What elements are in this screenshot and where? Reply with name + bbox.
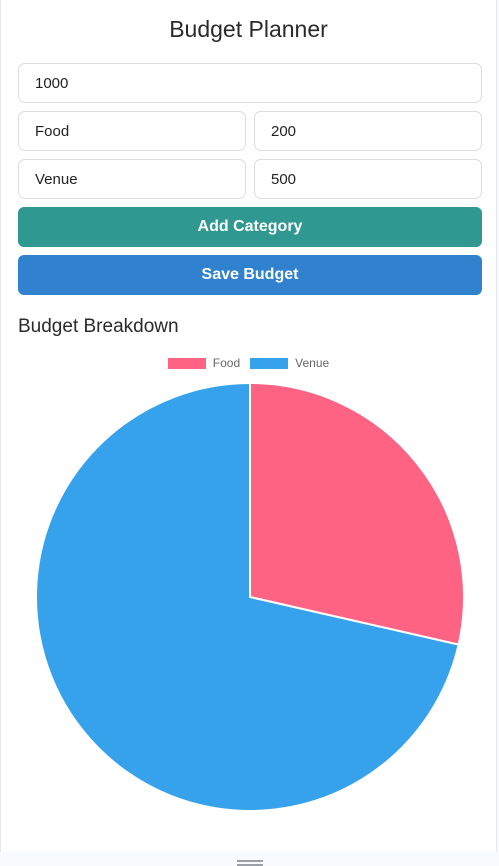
add-category-button[interactable]: Add Category [18, 207, 482, 247]
category-amount-input-food[interactable] [254, 111, 482, 151]
budget-planner-panel: Budget Planner Add Category Save Budget … [0, 0, 497, 852]
category-name-input-venue[interactable] [18, 159, 246, 199]
legend-label-venue: Venue [295, 356, 330, 370]
drag-handle-icon[interactable] [237, 860, 263, 866]
budget-breakdown-title: Budget Breakdown [18, 316, 179, 337]
chart-legend[interactable]: Food Venue [1, 356, 496, 370]
page-title: Budget Planner [169, 16, 328, 42]
legend-item-venue[interactable]: Venue [250, 356, 329, 370]
legend-label-food: Food [212, 356, 241, 370]
category-amount-input-venue[interactable] [254, 159, 482, 199]
budget-pie-chart [35, 381, 465, 812]
legend-item-food[interactable]: Food [167, 356, 241, 370]
total-budget-input[interactable] [18, 63, 482, 103]
save-budget-button[interactable]: Save Budget [18, 255, 482, 295]
category-name-input-food[interactable] [18, 111, 246, 151]
legend-swatch-venue [250, 357, 289, 369]
legend-swatch-food [167, 357, 206, 369]
